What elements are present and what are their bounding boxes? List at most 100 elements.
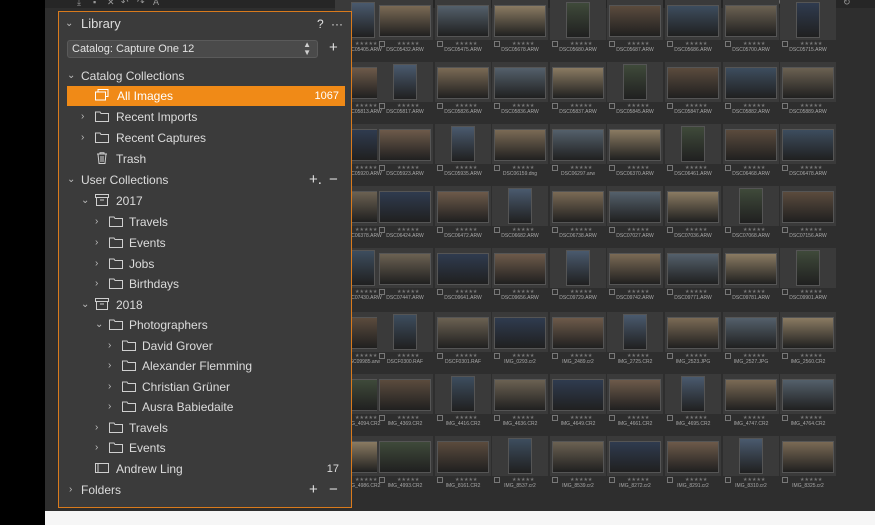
thumbnail-cell[interactable]: ★★★★★ DSC09771.ARW (665, 248, 721, 310)
remove-collection-button[interactable]: − (329, 170, 338, 190)
thumbnail-cell[interactable]: ★★★★★ IMG_4695.CR2 (665, 374, 721, 436)
thumbnail-cell[interactable]: ★★★★★ DSC05817.ARW (377, 62, 433, 124)
catalog-select[interactable]: Catalog: Capture One 12 ▲ ▼ (67, 40, 318, 58)
redo-icon[interactable]: ↷ (137, 0, 145, 8)
thumbnail-cell[interactable]: ★★★★★ IMG_0293.cr2 (492, 312, 548, 374)
chevron-down-icon[interactable]: ⌄ (81, 295, 89, 315)
thumbnail-cell[interactable]: ★★★★★ IMG_4764.CR2 (780, 374, 836, 436)
thumbnail-cell[interactable]: ★★★★★ IMG_2527.JPG (723, 312, 779, 374)
thumbnail-cell[interactable]: ★★★★★ DSC05686.ARW (665, 0, 721, 62)
collection-trash[interactable]: Trash (59, 149, 351, 169)
library-header[interactable]: ⌄ Library ? ··· (59, 14, 351, 34)
thumbnail-cell[interactable]: ★★★★★ IMG_8310.cr2 (723, 436, 779, 498)
add-collection-button[interactable]: +. (309, 170, 322, 190)
thumbnail-cell[interactable]: ★★★★★ DSCF0301.RAF (435, 312, 491, 374)
thumbnail-cell[interactable]: ★★★★★ DSC07036.ARW (665, 186, 721, 248)
project-events-2017[interactable]: › Events (59, 233, 351, 253)
thumbnail-cell[interactable]: ★★★★★ DSC05715.ARW (780, 0, 836, 62)
chevron-right-icon[interactable]: › (108, 356, 111, 376)
chevron-down-icon[interactable]: ⌄ (67, 170, 75, 190)
thumbnail-cell[interactable]: ★★★★★ DSC06468.ARW (723, 124, 779, 186)
thumbnail-cell[interactable]: ★★★★★ DSC06461.ARW (665, 124, 721, 186)
thumbnail-cell[interactable]: ★★★★★ IMG_2725.CR2 (607, 312, 663, 374)
chevron-right-icon[interactable]: › (108, 336, 111, 356)
thumbnail-cell[interactable]: ★★★★★ IMG_4661.CR2 (607, 374, 663, 436)
photographer-alexander-flemming[interactable]: › Alexander Flemming (59, 356, 351, 376)
thumbnail-cell[interactable]: ★★★★★ DSC06738.ARW (550, 186, 606, 248)
thumbnail-cell[interactable]: ★★★★★ IMG_8272.cr2 (607, 436, 663, 498)
catalog-collections-header[interactable]: ⌄ Catalog Collections (59, 66, 351, 86)
folders-header[interactable]: › Folders + − (59, 480, 351, 500)
thumbnail-cell[interactable]: ★★★★★ DSC05826.ARW (435, 62, 491, 124)
thumbnail-cell[interactable]: ★★★★★ IMG_8161.CR2 (435, 436, 491, 498)
thumbnail-cell[interactable]: ★★★★★ DSC05475.ARW (435, 0, 491, 62)
chevron-down-icon[interactable]: ⌄ (67, 66, 75, 86)
thumbnail-cell[interactable]: ★★★★★ DSC05687.ARW (607, 0, 663, 62)
thumbnail-cell[interactable]: ★★★★★ DSC06478.ARW (780, 124, 836, 186)
thumbnail-cell[interactable]: ★★★★★ DSC05889.ARW (780, 62, 836, 124)
chevron-right-icon[interactable]: › (95, 212, 98, 232)
thumbnail-cell[interactable]: ★★★★★ DSC09742.ARW (607, 248, 663, 310)
project-photographers[interactable]: ⌄ Photographers (59, 315, 351, 335)
chevron-right-icon[interactable]: › (95, 254, 98, 274)
project-birthdays-2017[interactable]: › Birthdays (59, 274, 351, 294)
thumbnail-cell[interactable]: ★★★★★ DSC07156.ARW (780, 186, 836, 248)
thumbnail-cell[interactable]: ★★★★★ IMG_4369.CR2 (377, 374, 433, 436)
thumbnail-cell[interactable]: ★★★★★ DSC05432.ARW (377, 0, 433, 62)
thumbnail-cell[interactable]: ★★★★★ DSC05935.ARW (435, 124, 491, 186)
thumbnail-cell[interactable]: ★★★★★ IMG_8291.cr2 (665, 436, 721, 498)
project-jobs-2017[interactable]: › Jobs (59, 254, 351, 274)
thumbnail-cell[interactable]: ★★★★★ DSC06682.ARW (492, 186, 548, 248)
thumbnail-cell[interactable]: ★★★★★ DSC05845.ARW (607, 62, 663, 124)
thumbnail-cell[interactable]: ★★★★★ IMG_4747.CR2 (723, 374, 779, 436)
thumbnail-cell[interactable]: ★★★★★ DSC06297.arw (550, 124, 606, 186)
thumbnail-cell[interactable]: ★★★★★ IMG_4993.CR2 (377, 436, 433, 498)
thumbnail-cell[interactable]: ★★★★★ DSC09901.ARW (780, 248, 836, 310)
add-folder-button[interactable]: + (309, 480, 318, 500)
collection-all-images[interactable]: All Images 1067 (67, 86, 345, 106)
save-icon[interactable]: ▪ (93, 0, 96, 7)
thumbnail-cell[interactable]: ★★★★★ IMG_4636.CR2 (492, 374, 548, 436)
album-andrew-ling[interactable]: Andrew Ling 17 (59, 459, 351, 479)
user-collections-header[interactable]: ⌄ User Collections +. − (59, 170, 351, 190)
thumbnail-cell[interactable]: ★★★★★ IMG_2560.CR2 (780, 312, 836, 374)
thumbnail-cell[interactable]: ★★★★★ DSC09656.ARW (492, 248, 548, 310)
thumbnail-cell[interactable]: ★★★★★ IMG_2489.cr2 (550, 312, 606, 374)
thumbnail-cell[interactable]: ★★★★★ DSC06424.ARW (377, 186, 433, 248)
chevron-right-icon[interactable]: › (95, 233, 98, 253)
chevron-right-icon[interactable]: › (69, 480, 72, 500)
thumbnail-cell[interactable]: ★★★★★ IMG_2523.JPG (665, 312, 721, 374)
thumbnail-cell[interactable]: ★★★★★ IMG_8537.cr2 (492, 436, 548, 498)
chevron-right-icon[interactable]: › (81, 128, 84, 148)
collection-recent-imports[interactable]: › Recent Imports (59, 107, 351, 127)
thumbnail-cell[interactable]: ★★★★★ DSC07027.ARW (607, 186, 663, 248)
thumbnail-cell[interactable]: ★★★★★ DSC06159.dng (492, 124, 548, 186)
thumbnail-cell[interactable]: ★★★★★ DSC06472.ARW (435, 186, 491, 248)
chevron-down-icon[interactable]: ⌄ (95, 315, 103, 335)
help-icon[interactable]: ? (317, 14, 324, 34)
thumbnail-cell[interactable]: ★★★★★ DSC05882.ARW (723, 62, 779, 124)
photographer-ausra-babiedaite[interactable]: › Ausra Babiedaite (59, 397, 351, 417)
remove-folder-button[interactable]: − (329, 480, 338, 500)
thumbnail-cell[interactable]: ★★★★★ DSC05700.ARW (723, 0, 779, 62)
group-2018[interactable]: ⌄ 2018 (59, 295, 351, 315)
project-travels-2018[interactable]: › Travels (59, 418, 351, 438)
chevron-right-icon[interactable]: › (108, 377, 111, 397)
thumbnail-cell[interactable]: ★★★★★ DSC05847.ARW (665, 62, 721, 124)
thumbnail-cell[interactable]: ★★★★★ IMG_4416.CR2 (435, 374, 491, 436)
thumbnail-cell[interactable]: ★★★★★ DSC05836.ARW (492, 62, 548, 124)
thumbnail-cell[interactable]: ★★★★★ DSCF0300.RAF (377, 312, 433, 374)
thumbnail-cell[interactable]: ★★★★★ DSC05680.ARW (550, 0, 606, 62)
thumbnail-cell[interactable]: ★★★★★ DSC09781.ARW (723, 248, 779, 310)
close-icon[interactable]: ✕ (107, 0, 115, 8)
thumbnail-cell[interactable]: ★★★★★ IMG_8539.cr2 (550, 436, 606, 498)
project-events-2018[interactable]: › Events (59, 438, 351, 458)
text-icon[interactable]: A (153, 0, 159, 7)
thumbnail-cell[interactable]: ★★★★★ DSC05837.ARW (550, 62, 606, 124)
chevron-right-icon[interactable]: › (81, 107, 84, 127)
photographer-christian-gruner[interactable]: › Christian Grüner (59, 377, 351, 397)
thumbnail-cell[interactable]: ★★★★★ DSC05678.ARW (492, 0, 548, 62)
thumbnail-cell[interactable]: ★★★★★ DSC09641.ARW (435, 248, 491, 310)
thumbnail-cell[interactable]: ★★★★★ DSC07068.ARW (723, 186, 779, 248)
more-icon[interactable]: ··· (331, 14, 343, 34)
